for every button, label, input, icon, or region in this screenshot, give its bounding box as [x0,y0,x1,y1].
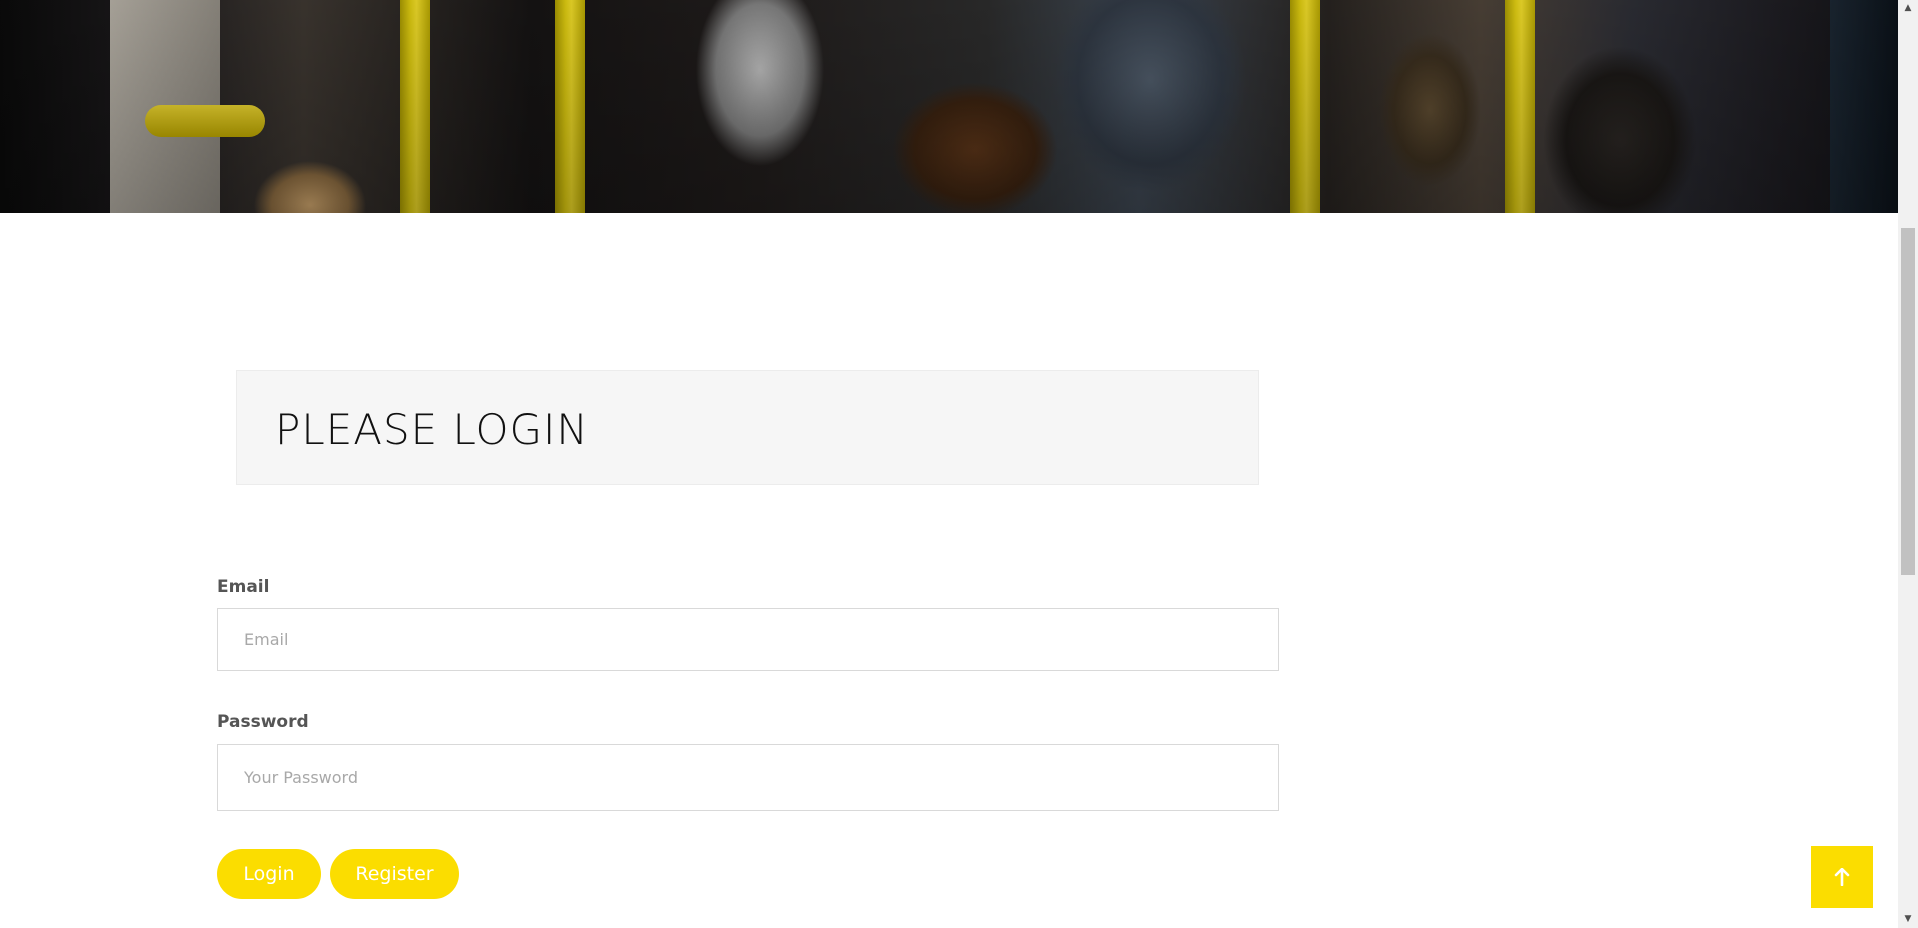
arrow-up-icon [1811,868,1873,886]
email-label: Email [217,577,270,597]
email-field[interactable] [217,608,1279,671]
back-to-top-button[interactable] [1811,846,1873,908]
hero-image [0,0,1898,213]
password-field[interactable] [217,744,1279,811]
register-button[interactable]: Register [330,849,459,899]
triangle-up-icon[interactable]: ▲ [1898,0,1918,17]
page: ▲ ▼ PLEASE LOGIN Email Password Login Re… [0,0,1918,928]
login-heading-card: PLEASE LOGIN [236,370,1259,485]
vertical-scrollbar[interactable]: ▲ ▼ [1898,0,1918,928]
page-title: PLEASE LOGIN [275,405,589,454]
login-button[interactable]: Login [217,849,321,899]
scrollbar-thumb[interactable] [1901,228,1915,575]
triangle-down-icon[interactable]: ▼ [1898,911,1918,928]
hero-shade [0,0,1898,213]
password-label: Password [217,712,309,732]
